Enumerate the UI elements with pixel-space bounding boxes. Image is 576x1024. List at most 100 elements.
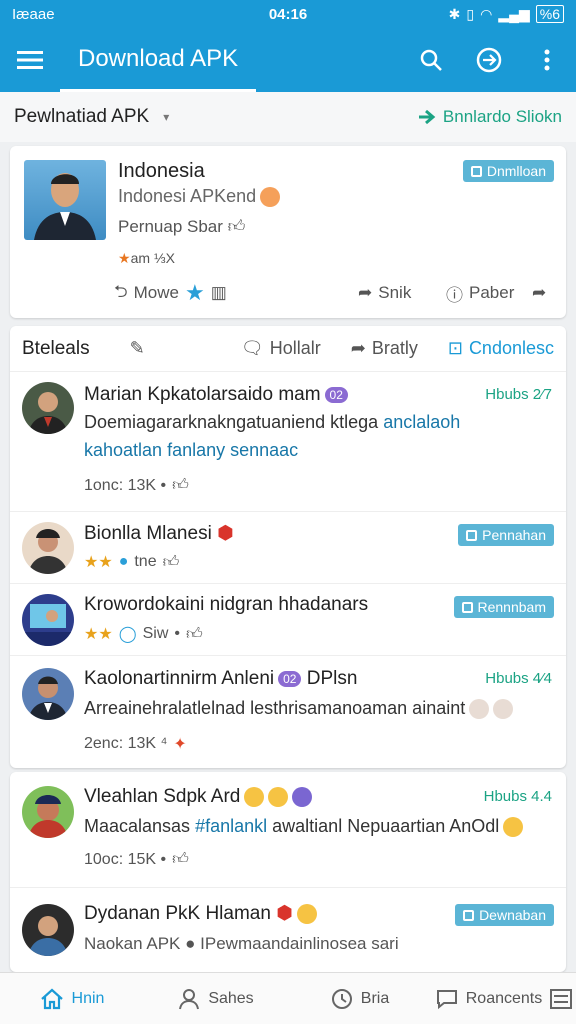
download-box-icon <box>466 529 478 541</box>
post-date: Hbubs 2⁄7 <box>485 386 552 403</box>
loading-icon: ◯ <box>118 626 137 643</box>
avatar-icon: ● <box>185 934 196 953</box>
list-item[interactable]: Kaolonartinnirm Anleni 02 DPlsn Hbubs 4⁄4… <box>10 656 566 768</box>
post-text: Arreainehralatlelnad lesthrisamanoaman a… <box>84 698 514 720</box>
emoji-icon <box>296 903 317 924</box>
avatar <box>22 904 74 956</box>
post-author: Bionlla Mlanesi ⬢ <box>84 523 234 544</box>
post-author: Krowordokaini nidgran hhadanars <box>84 594 369 615</box>
reply-button[interactable]: ➦ Bratly <box>351 338 418 359</box>
hamburger-menu-icon[interactable] <box>0 28 60 92</box>
download-box-icon <box>463 909 475 921</box>
rocket-icon: ✦ <box>173 736 187 753</box>
feed-edit-icon[interactable]: ✎ <box>130 338 145 359</box>
nav-search[interactable]: Sahes <box>144 988 288 1010</box>
emoji-icon <box>260 187 281 208</box>
download-badge[interactable]: Dewnaban <box>455 904 554 926</box>
download-badge[interactable]: Rennnbam <box>453 596 554 618</box>
post-author: Dydanan PkK Hlaman ⬢ <box>84 902 317 925</box>
list-item[interactable]: Marian Kpkatolarsaido mam 02 Hbubs 2⁄7 Do… <box>10 372 566 512</box>
section-title: Pewlnatiad APK <box>14 106 150 127</box>
post-text: Doemiagararknakngatuaniend ktlega anclal… <box>84 412 461 432</box>
post-meta: ★★ ● tne 👍︎ <box>84 553 180 572</box>
comment-button[interactable]: 🗨︎ Hollalr <box>241 338 321 359</box>
subheader: Pewlnatiad APK ▾ Bnnlardo Sliokn <box>0 92 576 142</box>
share-action[interactable]: ➦ Snik <box>358 283 411 303</box>
search-icon[interactable] <box>402 28 460 92</box>
post-author: Kaolonartinnirm Anleni 02 DPlsn <box>84 668 358 689</box>
nav-recents[interactable]: Roancents <box>432 988 576 1010</box>
thumbs-up-icon[interactable]: 👍︎ <box>172 850 189 869</box>
nav-bria[interactable]: Bria <box>288 988 432 1010</box>
fire-icon: ● <box>118 553 129 570</box>
avatar <box>22 786 74 838</box>
star-icon: ★ <box>118 250 131 266</box>
bottom-nav: Hnin Sahes Bria Roancents <box>0 972 576 1024</box>
info-icon: ⓘ <box>446 285 463 305</box>
forward-icon[interactable]: ➦ <box>532 283 546 303</box>
emoji-icon <box>503 817 524 838</box>
emoji-icon <box>244 786 265 807</box>
card-subtitle: Indonesi APKend <box>118 186 281 208</box>
user-icon <box>179 988 200 1009</box>
download-box-icon <box>470 165 482 177</box>
card-rating: ★am ⅓X <box>118 250 175 266</box>
tab-download-apk[interactable]: Download APK <box>60 28 257 92</box>
emoji-icon <box>469 699 490 720</box>
app-card[interactable]: Indonesia Indonesi APKend Pernuap Sbar 👍… <box>10 146 566 318</box>
alert-icon: ⬢ <box>217 523 234 544</box>
download-tab[interactable]: ⊡ Cndonlesc <box>448 338 554 359</box>
app-bar: Download APK <box>0 28 576 92</box>
post-meta: ★★ ◯ Siw • 👍︎ <box>84 625 203 644</box>
post-meta: 1onc: 13K • 👍︎ <box>84 476 189 495</box>
list-item[interactable]: Vleahlan Sdpk Ard Hbubs 4.4 Maacalansas … <box>10 772 566 888</box>
more-action[interactable]: ⮌ Mowe ★ ▥ <box>114 279 227 308</box>
paber-action[interactable]: ⓘ Paber <box>446 281 514 306</box>
status-bar: Iæaae 04:16 ✱ ▯ ◠ ▂▄▆ %6 <box>0 0 576 28</box>
more-vertical-icon[interactable] <box>518 28 576 92</box>
avatar <box>22 668 74 720</box>
download-link[interactable]: Bnnlardo Sliokn <box>417 107 562 127</box>
tag-badge: 02 <box>324 386 348 403</box>
clock: 04:16 <box>268 5 308 23</box>
thumbs-up-icon[interactable]: 👍︎ <box>163 553 180 572</box>
thumbs-up-icon[interactable]: 👍︎ <box>172 476 189 495</box>
list-item[interactable]: Krowordokaini nidgran hhadanars Rennnbam… <box>10 584 566 656</box>
list-item[interactable]: Bionlla Mlanesi ⬢ Pennahan ★★ ● tne 👍︎ <box>10 512 566 584</box>
thumbs-up-icon[interactable]: 👍︎ <box>186 625 203 644</box>
card-line: Pernuap Sbar 👍︎ <box>118 217 246 236</box>
star-icon: ★★ <box>84 626 113 643</box>
share-arrow-icon: ➦ <box>358 283 373 302</box>
nav-home[interactable]: Hnin <box>0 988 144 1010</box>
clock-icon <box>331 988 352 1009</box>
list-icon[interactable] <box>550 988 573 1009</box>
download-box-icon <box>461 601 473 613</box>
post-text: Maacalansas #fanlankl awaltianl Nepuaart… <box>84 816 524 838</box>
feed-card: Vleahlan Sdpk Ard Hbubs 4.4 Maacalansas … <box>10 772 566 972</box>
post-meta: 10oc: 15K • 👍︎ <box>84 850 189 869</box>
profile-photo <box>24 160 106 240</box>
home-icon <box>40 988 63 1009</box>
comment-icon: 🗨︎ <box>240 338 264 358</box>
list-item[interactable]: Dydanan PkK Hlaman ⬢ Dewnaban Naokan APK… <box>10 888 566 972</box>
avatar <box>22 594 74 646</box>
tag-badge: 02 <box>278 670 302 687</box>
post-date: Hbubs 4.4 <box>483 788 552 805</box>
emoji-icon <box>493 699 514 720</box>
post-date: Hbubs 4⁄4 <box>485 670 552 687</box>
post-text-2: kahoatlan fanlany sennaac <box>84 440 299 460</box>
star-icon: ★★ <box>84 554 113 571</box>
download-link-label: Bnnlardo Sliokn <box>442 107 562 126</box>
arrow-right-icon <box>418 109 436 125</box>
post-text: Naokan APK ● IPewmaandainlinosea sari <box>84 934 399 953</box>
feed-header: Bteleals ✎ 🗨︎ Hollalr ➦ Bratly ⊡ Cndonlesc <box>10 326 566 372</box>
download-badge[interactable]: Dnmlloan <box>462 160 554 182</box>
dropdown-caret-icon[interactable]: ▾ <box>163 110 169 124</box>
download-badge[interactable]: Pennahan <box>458 524 554 546</box>
reply-arrow-icon: ⮌ <box>114 281 128 301</box>
card-title: Indonesia <box>118 160 205 182</box>
post-author: Vleahlan Sdpk Ard <box>84 786 313 808</box>
post-author: Marian Kpkatolarsaido mam 02 <box>84 384 348 406</box>
sync-icon[interactable] <box>460 28 518 92</box>
emoji-icon <box>292 786 313 807</box>
